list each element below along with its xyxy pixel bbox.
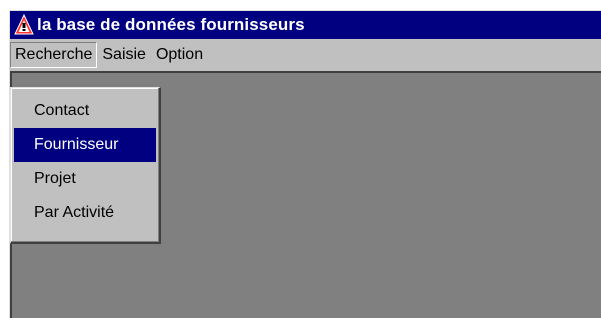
menu-item-contact[interactable]: Contact bbox=[14, 94, 156, 128]
menu-item-fournisseur[interactable]: Fournisseur bbox=[14, 128, 156, 162]
menu-recherche[interactable]: Recherche bbox=[10, 42, 98, 68]
menu-item-projet[interactable]: Projet bbox=[14, 162, 156, 196]
recherche-dropdown-menu: Contact Fournisseur Projet Par Activité bbox=[10, 87, 161, 244]
app-warning-triangle-icon bbox=[14, 13, 34, 36]
menu-item-par-activite[interactable]: Par Activité bbox=[14, 196, 156, 230]
menu-saisie[interactable]: Saisie bbox=[97, 42, 151, 68]
title-bar[interactable]: la base de données fournisseurs bbox=[10, 11, 601, 39]
window-title: la base de données fournisseurs bbox=[37, 15, 305, 34]
menu-bar: Recherche Saisie Option bbox=[10, 39, 601, 71]
menu-option[interactable]: Option bbox=[151, 42, 208, 68]
app-window: la base de données fournisseurs Recherch… bbox=[9, 10, 601, 318]
